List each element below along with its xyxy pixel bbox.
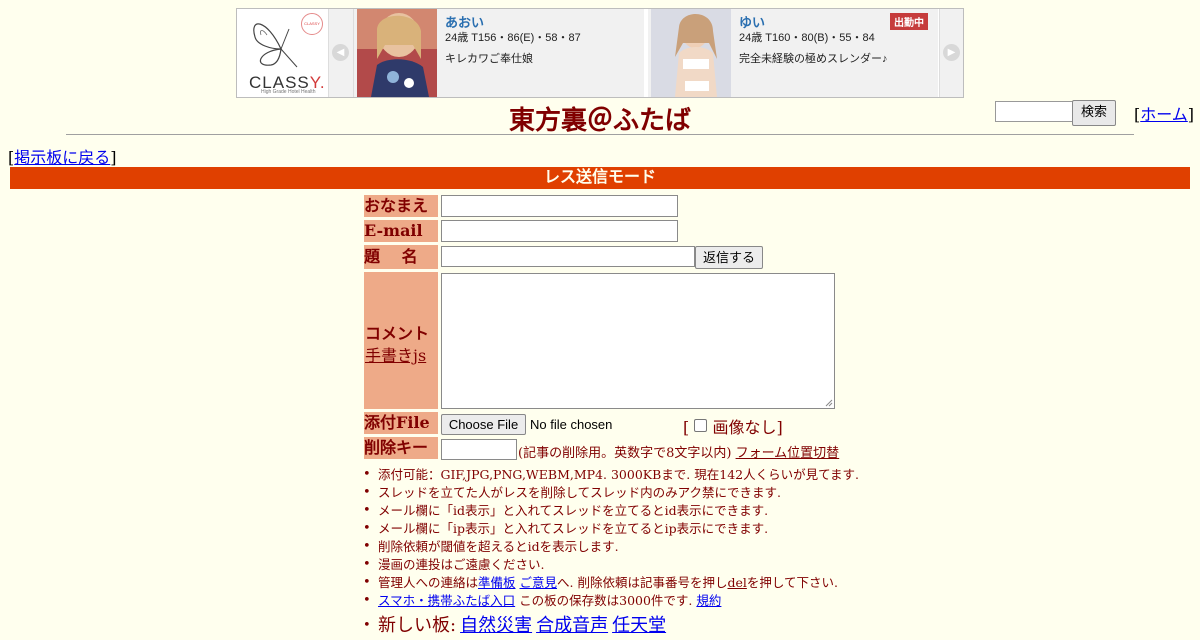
feedback-link[interactable]: ご意見 bbox=[520, 575, 558, 590]
ad-photo-2 bbox=[651, 9, 731, 97]
resize-grip-icon bbox=[825, 399, 833, 407]
choose-file-button[interactable]: Choose File bbox=[441, 414, 526, 435]
no-image-bracket-open: [ bbox=[683, 418, 690, 437]
back-bracket-close: ] bbox=[110, 148, 117, 167]
search-button[interactable]: 検索 bbox=[1072, 100, 1116, 126]
handwrite-link[interactable]: 手書きjs bbox=[365, 342, 426, 366]
delete-key-note: (記事の削除用。英数字で8文字以内) bbox=[518, 446, 732, 461]
home-link[interactable]: ホーム bbox=[1140, 105, 1188, 124]
header-divider bbox=[66, 134, 1134, 135]
reply-submit-button[interactable]: 返信する bbox=[695, 246, 763, 269]
new-board-link[interactable]: 任天堂 bbox=[612, 615, 666, 636]
no-image-bracket-close: ] bbox=[776, 418, 783, 437]
new-board-link[interactable]: 自然災害 bbox=[460, 615, 532, 636]
ad-logo[interactable]: CLASSY CLASSY. High Grade Hotel Health bbox=[237, 9, 327, 97]
comment-label-cell: コメント 手書きjs bbox=[364, 272, 438, 409]
chevron-left-icon: ◀ bbox=[332, 44, 349, 61]
list-item: スレッドを立てた人がレスを削除してスレッド内のみアク禁にできます. bbox=[363, 484, 859, 502]
note-text: メール欄に「id表示」と入れてスレッドを立てるとid表示にできます. bbox=[378, 503, 769, 518]
reply-mode-banner: レス送信モード bbox=[10, 167, 1190, 189]
ad-card-desc: 完全未経験の極めスレンダー♪ bbox=[739, 53, 888, 65]
note-text: メール欄に「ip表示」と入れてスレッドを立てるとip表示にできます. bbox=[378, 521, 769, 536]
comment-textarea[interactable] bbox=[441, 273, 835, 409]
note-text: 漫画の連投はご遠慮ください. bbox=[378, 557, 545, 572]
ad-card-2[interactable]: ゆい 出勤中 24歳 T160・80(B)・55・84 完全未経験の極めスレンダ… bbox=[648, 9, 938, 97]
prep-board-link[interactable]: 準備板 bbox=[478, 575, 516, 590]
ad-banner[interactable]: CLASSY CLASSY. High Grade Hotel Health ◀… bbox=[236, 8, 964, 98]
note-text: 添付可能：GIF,JPG,PNG,WEBM,MP4. 3000KBまで. 現在1… bbox=[378, 467, 859, 482]
no-image-option: [ 画像なし] bbox=[683, 414, 783, 438]
note-text: へ. 削除依頼は記事番号を押し bbox=[557, 575, 728, 590]
subject-field[interactable] bbox=[441, 246, 695, 267]
list-item: スマホ・携帯ふたば入口 この板の保存数は3000件です. 規約 bbox=[363, 592, 859, 610]
note-text: 削除依頼が閾値を超えるとidを表示します. bbox=[378, 539, 619, 554]
list-item: メール欄に「id表示」と入れてスレッドを立てるとid表示にできます. bbox=[363, 502, 859, 520]
list-item: 管理人への連絡は準備板 ご意見へ. 削除依頼は記事番号を押しdelを押して下さい… bbox=[363, 574, 859, 592]
ad-card-spec: 24歳 T160・80(B)・55・84 bbox=[739, 32, 875, 44]
file-label: 添付File bbox=[364, 412, 438, 434]
list-item: 新しい板:自然災害合成音声任天堂 bbox=[363, 612, 859, 640]
ad-photo-1 bbox=[357, 9, 437, 97]
ad-status-badge: 出勤中 bbox=[890, 13, 928, 30]
note-text: スレッドを立てた人がレスを削除してスレッド内のみアク禁にできます. bbox=[378, 485, 781, 500]
new-board-link[interactable]: 合成音声 bbox=[536, 615, 608, 636]
ad-seal-icon: CLASSY bbox=[301, 13, 323, 35]
del-link[interactable]: del bbox=[727, 575, 746, 590]
back-to-board-link[interactable]: 掲示板に戻る bbox=[14, 148, 110, 167]
mobile-entrance-link[interactable]: スマホ・携帯ふたば入口 bbox=[378, 593, 515, 608]
delete-key-label: 削除キー bbox=[364, 437, 438, 459]
home-bracket-close: ] bbox=[1187, 105, 1195, 124]
list-item: 削除依頼が閾値を超えるとidを表示します. bbox=[363, 538, 859, 556]
no-image-checkbox[interactable] bbox=[694, 419, 708, 432]
email-label: E-mail bbox=[364, 220, 438, 242]
subject-label: 題 名 bbox=[364, 245, 438, 269]
no-image-label: 画像なし bbox=[712, 418, 777, 437]
list-item: メール欄に「ip表示」と入れてスレッドを立てるとip表示にできます. bbox=[363, 520, 859, 538]
chevron-right-icon: ▶ bbox=[943, 44, 960, 61]
note-text: 管理人への連絡は bbox=[378, 575, 479, 590]
form-position-toggle-link[interactable]: フォーム位置切替 bbox=[736, 446, 840, 461]
search-input[interactable] bbox=[995, 101, 1073, 122]
back-nav: [掲示板に戻る] bbox=[8, 144, 117, 168]
ad-logo-sub: High Grade Hotel Health bbox=[261, 89, 316, 95]
list-item: 添付可能：GIF,JPG,PNG,WEBM,MP4. 3000KBまで. 現在1… bbox=[363, 466, 859, 484]
name-label: おなまえ bbox=[364, 195, 438, 217]
ad-prev-button[interactable]: ◀ bbox=[328, 9, 354, 97]
delete-key-note-row: (記事の削除用。英数字で8文字以内) フォーム位置切替 bbox=[518, 442, 839, 461]
comment-label: コメント bbox=[365, 324, 430, 343]
file-status: No file chosen bbox=[530, 417, 613, 432]
board-notes: 添付可能：GIF,JPG,PNG,WEBM,MP4. 3000KBまで. 現在1… bbox=[363, 466, 859, 640]
ad-card-1[interactable]: あおい 24歳 T156・86(E)・58・87 キレカワご奉仕娘 bbox=[354, 9, 644, 97]
delete-key-field[interactable] bbox=[441, 439, 517, 460]
ad-card-desc: キレカワご奉仕娘 bbox=[445, 53, 533, 65]
home-nav: [ホーム] bbox=[1134, 101, 1194, 125]
ad-card-spec: 24歳 T156・86(E)・58・87 bbox=[445, 32, 581, 44]
note-text: この板の保存数は3000件です. bbox=[515, 593, 693, 608]
note-text: を押して下さい. bbox=[746, 575, 838, 590]
new-boards-label: 新しい板: bbox=[378, 615, 457, 636]
list-item: 漫画の連投はご遠慮ください. bbox=[363, 556, 859, 574]
name-field[interactable] bbox=[441, 195, 678, 217]
terms-link[interactable]: 規約 bbox=[696, 593, 721, 608]
email-field[interactable] bbox=[441, 220, 678, 242]
ad-next-button[interactable]: ▶ bbox=[939, 9, 963, 97]
